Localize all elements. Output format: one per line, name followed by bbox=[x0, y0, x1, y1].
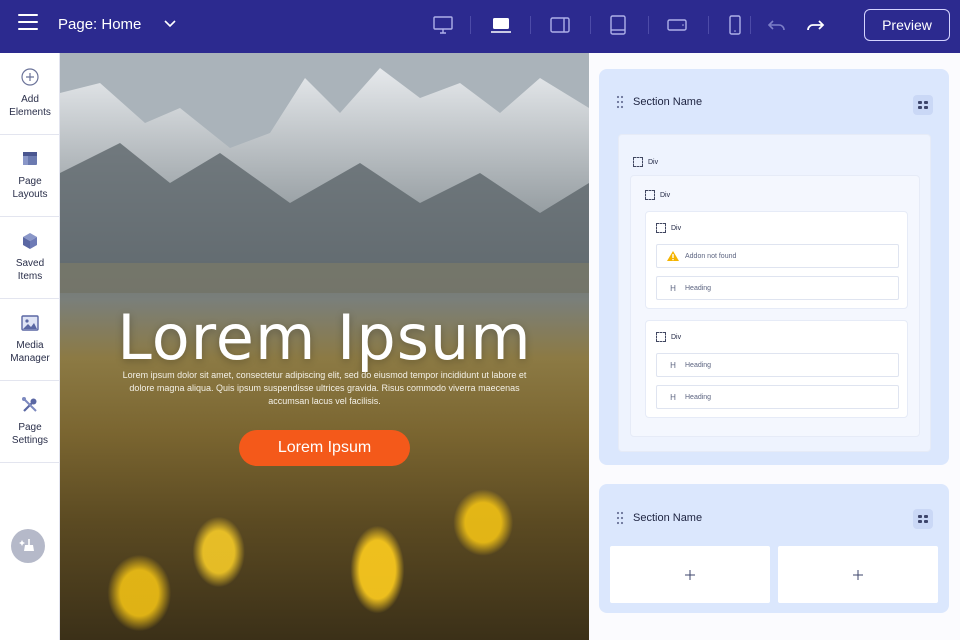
div-label-text: Div bbox=[671, 333, 682, 341]
tablet-landscape-icon[interactable] bbox=[548, 13, 572, 37]
heading-label: Heading bbox=[685, 393, 712, 401]
div-container-b[interactable]: Div H Heading H Heading bbox=[645, 320, 908, 418]
add-circle-icon bbox=[21, 68, 39, 86]
tablet-portrait-icon[interactable] bbox=[606, 13, 630, 37]
div-label: Div bbox=[645, 190, 670, 200]
heading-icon: H bbox=[670, 283, 676, 293]
toolbar-divider bbox=[590, 16, 591, 34]
heading-label: Heading bbox=[685, 361, 712, 369]
section-name: Section Name bbox=[633, 512, 703, 524]
mountain-backdrop bbox=[60, 53, 589, 293]
div-icon bbox=[633, 157, 643, 167]
redo-icon[interactable] bbox=[803, 13, 827, 37]
section-header: Section Name bbox=[615, 511, 702, 525]
hero-cta-button[interactable]: Lorem Ipsum bbox=[239, 430, 410, 466]
add-column-button[interactable] bbox=[610, 546, 770, 603]
preview-button[interactable]: Preview bbox=[864, 9, 950, 41]
heading-icon: H bbox=[670, 360, 676, 370]
heading-icon: H bbox=[670, 392, 676, 402]
toolbar-divider bbox=[470, 16, 471, 34]
brush-icon bbox=[19, 539, 34, 551]
plus-icon bbox=[685, 569, 695, 580]
div-label: Div bbox=[656, 223, 681, 233]
div-label-text: Div bbox=[671, 224, 682, 232]
sidebar-item-page-layouts[interactable]: Page Layouts bbox=[0, 135, 60, 217]
div-icon bbox=[656, 223, 666, 233]
div-container-a[interactable]: Div Addon not found H Heading bbox=[645, 211, 908, 309]
toolbar-divider bbox=[750, 16, 751, 34]
div-label: Div bbox=[656, 332, 681, 342]
div-label: Div bbox=[633, 157, 658, 167]
image-icon bbox=[21, 315, 39, 331]
sidebar-item-label: Saved Items bbox=[15, 258, 45, 282]
sidebar-item-label: Page Settings bbox=[11, 422, 49, 446]
sidebar-item-add-elements[interactable]: Add Elements bbox=[0, 53, 60, 135]
toolbar-divider bbox=[530, 16, 531, 34]
mobile-portrait-icon[interactable] bbox=[723, 13, 747, 37]
grid-options-icon bbox=[918, 101, 928, 109]
chevron-down-icon[interactable] bbox=[162, 15, 178, 31]
plus-icon bbox=[853, 569, 863, 580]
layout-icon bbox=[23, 152, 37, 165]
div-container-outer[interactable]: Div Div Div Addon not found H Heading Di… bbox=[618, 134, 931, 452]
div-container-inner[interactable]: Div Div Addon not found H Heading Div H … bbox=[630, 175, 920, 437]
section-options-button[interactable] bbox=[913, 95, 933, 115]
clean-brush-button[interactable] bbox=[11, 529, 45, 563]
hero-paragraph[interactable]: Lorem ipsum dolor sit amet, consectetur … bbox=[120, 369, 529, 408]
page-title[interactable]: Page: Home bbox=[58, 16, 141, 33]
warning-icon bbox=[667, 251, 679, 261]
grid-options-icon bbox=[918, 515, 928, 523]
menu-icon[interactable] bbox=[18, 14, 38, 34]
div-label-text: Div bbox=[648, 158, 659, 166]
hero-section[interactable]: Lorem Ipsum Lorem ipsum dolor sit amet, … bbox=[60, 53, 589, 640]
drag-handle-icon[interactable] bbox=[615, 511, 625, 525]
div-icon bbox=[656, 332, 666, 342]
sidebar-item-media-manager[interactable]: Media Manager bbox=[0, 299, 60, 381]
section-header: Section Name bbox=[615, 95, 702, 109]
addon-not-found-item[interactable]: Addon not found bbox=[656, 244, 899, 268]
top-toolbar: Page: Home Preview bbox=[0, 0, 960, 53]
mobile-landscape-icon[interactable] bbox=[665, 13, 689, 37]
sidebar-item-label: Page Layouts bbox=[12, 176, 48, 200]
desktop-icon[interactable] bbox=[431, 13, 455, 37]
section-options-button[interactable] bbox=[913, 509, 933, 529]
add-column-button[interactable] bbox=[778, 546, 938, 603]
sidebar-item-label: Media Manager bbox=[10, 340, 50, 364]
div-label-text: Div bbox=[660, 191, 671, 199]
laptop-icon[interactable] bbox=[489, 13, 513, 37]
undo-icon[interactable] bbox=[765, 13, 789, 37]
sidebar-item-label: Add Elements bbox=[9, 94, 51, 118]
drag-handle-icon[interactable] bbox=[615, 95, 625, 109]
heading-item[interactable]: H Heading bbox=[656, 276, 899, 300]
section-name: Section Name bbox=[633, 96, 703, 108]
heading-item[interactable]: H Heading bbox=[656, 353, 899, 377]
section-card[interactable]: Section Name Div Div Div Addon not found… bbox=[599, 69, 949, 465]
left-sidebar: Add Elements Page Layouts Saved Items Me… bbox=[0, 53, 60, 640]
heading-item[interactable]: H Heading bbox=[656, 385, 899, 409]
cube-icon bbox=[23, 233, 37, 249]
tools-icon bbox=[22, 397, 37, 412]
sidebar-item-page-settings[interactable]: Page Settings bbox=[0, 381, 60, 463]
hero-title[interactable]: Lorem Ipsum bbox=[60, 301, 589, 374]
sidebar-item-saved-items[interactable]: Saved Items bbox=[0, 217, 60, 299]
section-card[interactable]: Section Name bbox=[599, 484, 949, 613]
addon-label: Addon not found bbox=[685, 252, 737, 260]
div-icon bbox=[645, 190, 655, 200]
toolbar-divider bbox=[708, 16, 709, 34]
heading-label: Heading bbox=[685, 284, 712, 292]
structure-panel: Section Name Div Div Div Addon not found… bbox=[589, 53, 960, 640]
toolbar-divider bbox=[648, 16, 649, 34]
